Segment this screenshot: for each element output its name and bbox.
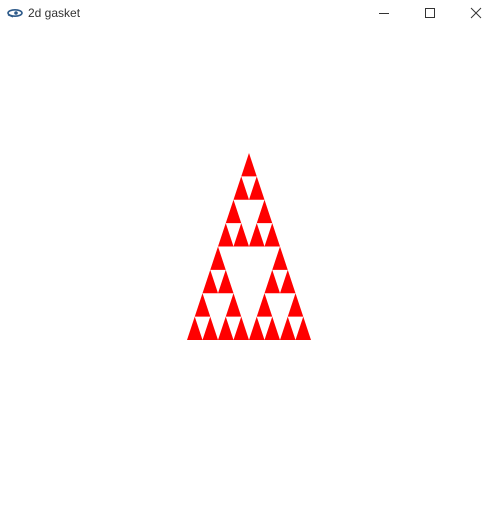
- gasket-triangle: [202, 269, 218, 294]
- gasket-triangle: [264, 269, 280, 294]
- gasket-triangle: [256, 293, 273, 317]
- window-title: 2d gasket: [28, 6, 81, 20]
- gasket-triangle: [210, 246, 226, 270]
- close-button[interactable]: [453, 0, 499, 26]
- gasket-triangle: [272, 246, 288, 270]
- maximize-icon: [425, 8, 435, 18]
- title-bar[interactable]: 2d gasket: [0, 0, 499, 26]
- sierpinski-gasket: [187, 153, 311, 340]
- gasket-triangle: [218, 223, 234, 247]
- gasket-triangle: [218, 316, 234, 340]
- application-window: 2d gasket: [0, 0, 499, 526]
- gasket-triangle: [225, 293, 242, 317]
- gasket-triangle: [249, 316, 265, 340]
- gasket-triangle: [264, 316, 280, 340]
- render-canvas[interactable]: [0, 26, 499, 526]
- gasket-triangle: [280, 269, 296, 294]
- gasket-triangle: [233, 316, 249, 340]
- minimize-icon: [379, 13, 389, 14]
- gasket-triangle: [249, 176, 265, 200]
- gasket-triangle: [218, 269, 234, 294]
- gasket-triangle: [202, 316, 218, 340]
- gasket-triangle: [225, 199, 242, 224]
- gasket-triangle: [233, 176, 249, 200]
- gasket-triangle: [264, 223, 280, 247]
- gasket-triangle: [187, 316, 203, 340]
- gasket-triangle: [233, 223, 249, 247]
- opengl-app-icon: [7, 6, 23, 20]
- maximize-button[interactable]: [407, 0, 453, 26]
- gasket-triangle: [256, 199, 273, 224]
- gasket-triangle: [295, 316, 311, 340]
- close-icon: [470, 7, 482, 19]
- gasket-triangle: [194, 293, 211, 317]
- gasket-triangle: [249, 223, 265, 247]
- minimize-button[interactable]: [361, 0, 407, 26]
- gasket-triangle: [280, 316, 296, 340]
- gasket-triangle: [241, 153, 257, 177]
- gasket-triangle: [287, 293, 304, 317]
